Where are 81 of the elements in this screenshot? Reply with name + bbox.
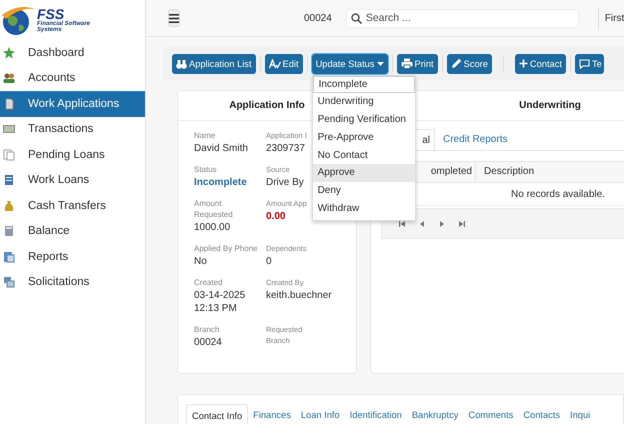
menu-icon — [169, 14, 179, 22]
tab[interactable]: Bankruptcy — [406, 404, 464, 424]
tab[interactable]: Contacts — [518, 404, 566, 424]
search-icon — [350, 12, 362, 24]
name-field[interactable]: First — [598, 8, 624, 28]
toolbar-button[interactable]: Contact — [514, 54, 566, 74]
sidebar-item[interactable]: Accounts — [0, 66, 145, 91]
menu-item[interactable]: Deny — [312, 182, 415, 200]
document-icon — [3, 98, 15, 110]
field-value: keith.buechner — [266, 289, 332, 302]
field-label: Created — [194, 277, 224, 288]
tab[interactable]: Finances — [248, 404, 296, 424]
window-icon — [3, 276, 15, 288]
tab[interactable]: Identification — [344, 404, 407, 424]
previous-page-icon — [419, 220, 425, 226]
field-value: No — [194, 255, 207, 268]
sidebar-item[interactable]: Work Applications — [0, 91, 145, 116]
field-value: David Smith — [194, 142, 248, 155]
toolbar-button[interactable]: Edit — [264, 54, 303, 74]
toolbar-button[interactable]: Te — [574, 54, 604, 74]
tab[interactable]: Inqui — [565, 404, 596, 424]
people-icon — [3, 72, 15, 84]
branch-number: 00024 — [304, 12, 332, 24]
toolbar-button[interactable]: Print — [396, 54, 438, 74]
spellcheck-icon — [268, 58, 281, 68]
tab[interactable]: Loan Info — [296, 404, 345, 424]
tab[interactable]: Credit Reports — [435, 129, 516, 150]
field-value: 03-14-2025 12:13 PM — [194, 289, 246, 315]
toolbar-button[interactable]: Score — [446, 54, 492, 74]
search-field[interactable]: Search ... — [346, 8, 579, 28]
sidebar-item[interactable]: Cash Transfers — [0, 193, 145, 218]
binoculars-icon — [176, 58, 187, 68]
field-value: 2309737 — [266, 142, 305, 155]
toolbar-button[interactable]: Application List — [172, 54, 256, 74]
tab[interactable]: Contact Info — [186, 404, 248, 424]
menu-item[interactable]: Underwriting — [312, 93, 415, 112]
last-page-icon — [459, 220, 465, 226]
sidebar-item[interactable]: Work Loans — [0, 168, 145, 193]
money-bag-icon — [3, 200, 15, 212]
field-value: Drive By — [266, 176, 304, 189]
report-icon — [3, 250, 15, 263]
message-icon — [578, 58, 590, 68]
printer-icon — [400, 58, 412, 69]
menu-item[interactable]: Pre-Approve — [312, 128, 415, 147]
menu-item[interactable]: Pending Verification — [312, 111, 415, 129]
sidebar-item[interactable]: Reports — [0, 244, 145, 270]
sidebar-item[interactable]: Dashboard — [0, 40, 145, 66]
field-value: 1000.00 — [194, 221, 230, 234]
menu-item[interactable]: No Contact — [312, 146, 415, 164]
pages-icon — [3, 148, 15, 161]
menu-item[interactable]: Withdraw — [312, 200, 415, 218]
sidebar-item[interactable]: Transactions — [0, 116, 145, 142]
field-label: Status — [194, 164, 218, 175]
sidebar-item[interactable]: Balance — [0, 218, 145, 244]
menu-item[interactable]: Incomplete — [312, 76, 415, 94]
next-page-icon — [439, 220, 445, 226]
column-header[interactable]: ompleted — [382, 162, 476, 182]
tab[interactable]: Comments — [463, 404, 518, 424]
field-label: Name — [194, 130, 216, 141]
column-header[interactable]: Description — [476, 162, 624, 182]
plus-icon — [518, 59, 528, 68]
field-label: Amount Requested — [194, 198, 234, 220]
menu-button[interactable] — [168, 9, 180, 27]
field-value: 00024 — [194, 336, 222, 349]
field-label: Applied By Phone — [194, 243, 258, 254]
menu-item[interactable]: Approve — [312, 164, 415, 182]
sidebar-item[interactable]: Solicitations — [0, 270, 145, 295]
card-icon — [3, 123, 15, 136]
pencil-icon — [450, 58, 462, 69]
server-icon — [3, 174, 15, 186]
field-value: 0.00 — [266, 210, 286, 223]
field-value: 0 — [266, 255, 272, 268]
sidebar-item[interactable]: Pending Loans — [0, 142, 145, 168]
logo-title: FSS — [37, 8, 64, 21]
field-label: Branch — [194, 324, 220, 335]
star-icon — [3, 46, 15, 59]
calculator-icon — [3, 225, 15, 238]
status-dropdown[interactable]: Update Status — [312, 54, 388, 74]
caret-icon — [376, 62, 384, 66]
field-value: Incomplete — [194, 176, 247, 189]
first-page-icon — [399, 220, 405, 226]
